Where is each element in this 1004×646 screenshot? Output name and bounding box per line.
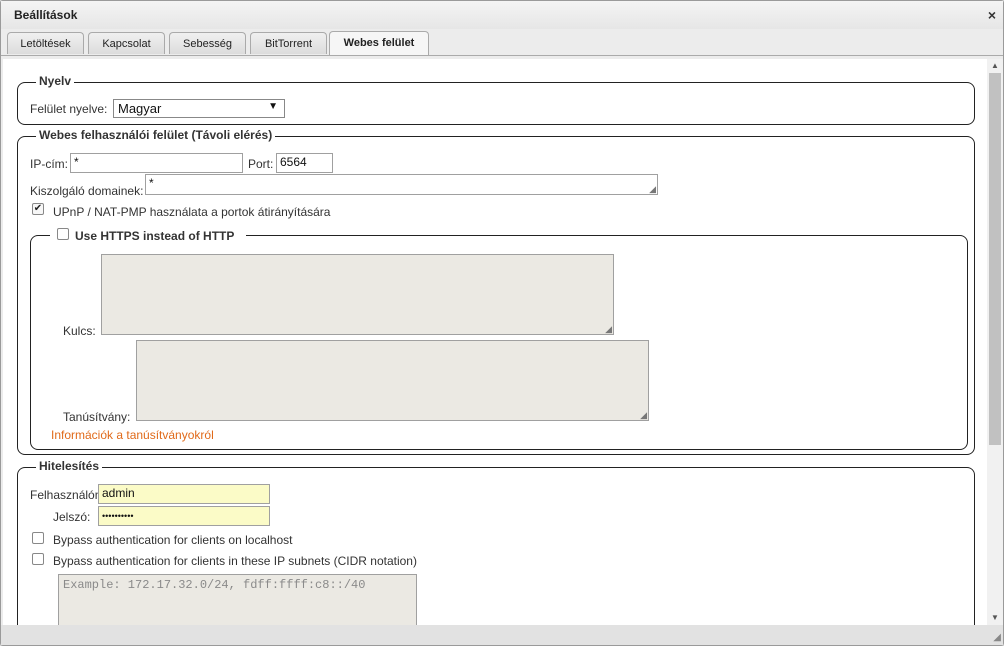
bypass-subnets-label: Bypass authentication for clients in the… bbox=[53, 554, 417, 568]
password-input[interactable]: •••••••••• bbox=[98, 506, 270, 526]
tab-bar: Letöltések Kapcsolat Sebesség BitTorrent… bbox=[1, 29, 1003, 56]
scroll-down-icon[interactable]: ▼ bbox=[987, 611, 1003, 625]
subnets-textarea[interactable]: Example: 172.17.32.0/24, fdff:ffff:c8::/… bbox=[58, 574, 417, 625]
upnp-checkbox[interactable]: ✔ bbox=[32, 203, 44, 215]
resize-grip-icon[interactable]: ◢ bbox=[993, 632, 1001, 643]
username-input[interactable]: admin bbox=[98, 484, 270, 504]
https-checkbox[interactable] bbox=[57, 228, 69, 240]
domains-label: Kiszolgáló domainek: bbox=[30, 184, 144, 198]
key-textarea[interactable]: ◢ bbox=[101, 254, 614, 335]
scroll-up-icon[interactable]: ▲ bbox=[987, 59, 1003, 73]
ip-input[interactable]: * bbox=[70, 153, 243, 173]
tab-connection[interactable]: Kapcsolat bbox=[88, 32, 165, 54]
password-label: Jelszó: bbox=[53, 510, 91, 524]
cert-textarea[interactable]: ◢ bbox=[136, 340, 649, 421]
auth-legend: Hitelesítés bbox=[36, 459, 103, 473]
domains-value: * bbox=[149, 176, 154, 190]
port-input[interactable]: 6564 bbox=[276, 153, 333, 173]
resize-grip-icon[interactable]: ◢ bbox=[649, 185, 656, 194]
language-selected: Magyar bbox=[118, 101, 162, 116]
bypass-subnets-checkbox[interactable] bbox=[32, 553, 44, 565]
title-bar[interactable]: Beállítások × bbox=[1, 1, 1003, 29]
language-label: Felület nyelve: bbox=[30, 102, 108, 116]
tab-web-ui[interactable]: Webes felület bbox=[329, 31, 429, 55]
cert-info-link[interactable]: Információk a tanúsítványokról bbox=[51, 428, 214, 442]
dialog-title: Beállítások bbox=[14, 8, 78, 22]
language-select[interactable]: Magyar ▼ bbox=[113, 99, 285, 118]
tab-speed[interactable]: Sebesség bbox=[169, 32, 246, 54]
key-label: Kulcs: bbox=[63, 324, 96, 338]
domains-input[interactable]: * ◢ bbox=[145, 174, 658, 195]
upnp-label: UPnP / NAT-PMP használata a portok átirá… bbox=[53, 205, 331, 219]
dropdown-arrow-icon: ▼ bbox=[268, 101, 278, 112]
tab-bittorrent[interactable]: BitTorrent bbox=[250, 32, 327, 54]
cert-label: Tanúsítvány: bbox=[63, 410, 131, 424]
scrollbar-thumb[interactable] bbox=[989, 73, 1001, 445]
ip-label: IP-cím: bbox=[30, 157, 68, 171]
username-label: Felhasználónév: bbox=[30, 488, 98, 502]
tab-downloads[interactable]: Letöltések bbox=[7, 32, 84, 54]
webui-legend: Webes felhasználói felület (Távoli eléré… bbox=[36, 128, 276, 142]
language-legend: Nyelv bbox=[36, 74, 75, 88]
https-legend: Use HTTPS instead of HTTP bbox=[75, 229, 235, 243]
vertical-scrollbar[interactable]: ▲ ▼ bbox=[987, 59, 1003, 625]
bypass-localhost-checkbox[interactable] bbox=[32, 532, 44, 544]
resize-grip-icon[interactable]: ◢ bbox=[605, 325, 612, 334]
port-label: Port: bbox=[248, 157, 274, 171]
settings-dialog: Beállítások × Letöltések Kapcsolat Sebes… bbox=[0, 0, 1004, 646]
close-icon[interactable]: × bbox=[985, 8, 999, 22]
username-label-clip: Felhasználónév: bbox=[30, 487, 98, 503]
settings-content: Nyelv Felület nyelve: Magyar ▼ Webes fel… bbox=[3, 59, 987, 625]
bypass-localhost-label: Bypass authentication for clients on loc… bbox=[53, 533, 293, 547]
resize-grip-icon[interactable]: ◢ bbox=[640, 411, 647, 420]
dialog-footer: ◢ bbox=[1, 625, 1003, 645]
